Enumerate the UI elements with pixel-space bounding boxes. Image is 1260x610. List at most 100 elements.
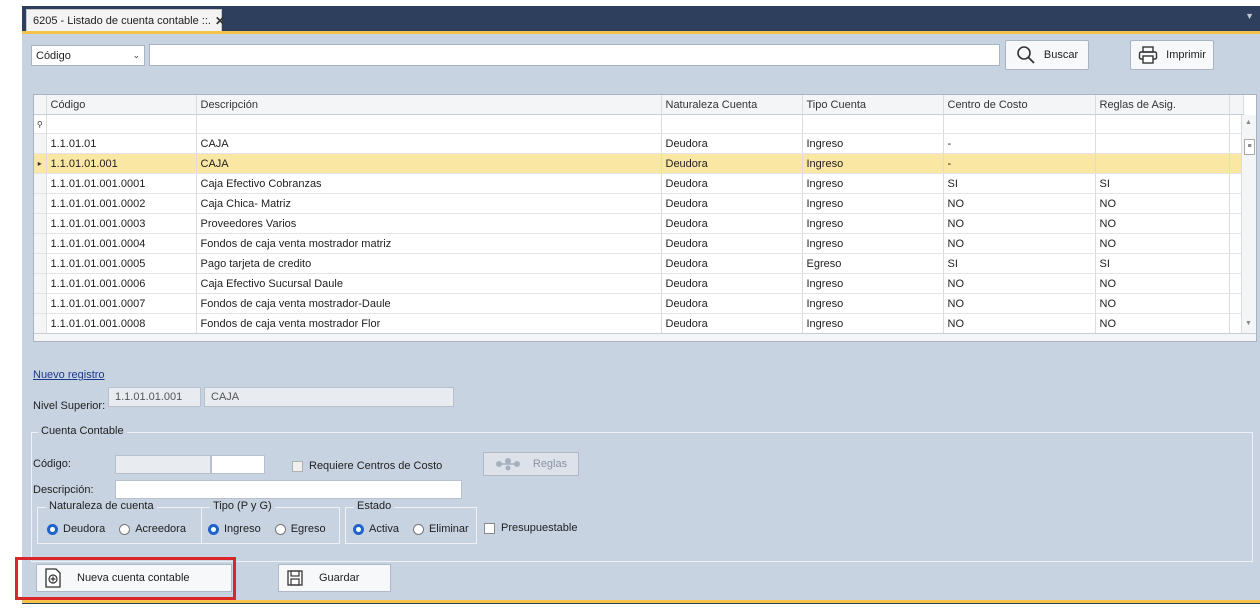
table-row[interactable]: 1.1.01.01.001.0007 Fondos de caja venta … <box>34 293 1244 314</box>
cell-naturaleza: Deudora <box>661 313 803 334</box>
radio-egreso[interactable]: Egreso <box>274 523 326 535</box>
search-input[interactable] <box>149 44 1000 66</box>
column-header-reglas[interactable]: Reglas de Asig. <box>1095 95 1230 115</box>
requiere-centros-box[interactable] <box>292 460 303 472</box>
imprimir-button[interactable]: Imprimir <box>1130 40 1214 70</box>
reglas-label: Reglas <box>532 458 568 470</box>
table-row[interactable]: 1.1.01.01.001.0005 Pago tarjeta de credi… <box>34 253 1244 274</box>
cuenta-contable-group-title: Cuenta Contable <box>38 425 127 437</box>
cell-naturaleza: Deudora <box>661 233 803 254</box>
filter-pin-icon: ⚲ <box>34 114 47 134</box>
table-row-selected[interactable]: ▸ 1.1.01.01.001 CAJA Deudora Ingreso - <box>34 153 1244 174</box>
radio-egreso-label: Egreso <box>290 523 326 535</box>
presupuestable-label: Presupuestable <box>501 522 578 534</box>
scroll-down-icon[interactable]: ▼ <box>1245 320 1252 327</box>
cell-centro-costo: - <box>943 133 1096 154</box>
magnifier-icon <box>1016 45 1036 65</box>
radio-eliminar[interactable]: Eliminar <box>412 523 469 535</box>
guardar-button[interactable]: Guardar <box>278 564 391 592</box>
codigo-input[interactable] <box>211 455 265 474</box>
descripcion-input[interactable] <box>115 480 462 499</box>
grid-footer-bar <box>34 333 1256 341</box>
filter-cell-tipo[interactable] <box>802 114 944 134</box>
radio-eliminar-label: Eliminar <box>428 523 469 535</box>
tipo-radio-group: Ingreso Egreso <box>208 523 326 535</box>
table-row[interactable]: 1.1.01.01.001.0002 Caja Chica- Matriz De… <box>34 193 1244 214</box>
radio-activa-label: Activa <box>369 523 399 535</box>
radio-acreedora[interactable]: Acreedora <box>119 523 186 535</box>
radio-egreso-dot[interactable] <box>274 523 286 535</box>
filter-field-select[interactable]: Código ⌄ <box>31 45 145 66</box>
filter-cell-naturaleza[interactable] <box>661 114 803 134</box>
scroll-thumb[interactable]: ≡ <box>1244 139 1255 155</box>
nuevo-registro-link[interactable]: Nuevo registro <box>33 369 105 381</box>
cell-centro-costo: NO <box>943 313 1096 334</box>
filter-cell-descripcion[interactable] <box>196 114 662 134</box>
document-tab[interactable]: 6205 - Listado de cuenta contable ::. ✕ <box>26 9 225 31</box>
cell-centro-costo: SI <box>943 173 1096 194</box>
presupuestable-box[interactable] <box>484 522 495 534</box>
tab-title: 6205 - Listado de cuenta contable ::. <box>33 14 211 27</box>
row-indicator <box>34 213 47 234</box>
table-row[interactable]: 1.1.01.01 CAJA Deudora Ingreso - <box>34 133 1244 154</box>
guardar-label: Guardar <box>319 572 360 584</box>
column-header-descripcion[interactable]: Descripción <box>196 95 662 115</box>
cell-codigo: 1.1.01.01.001.0004 <box>46 233 197 254</box>
tipo-group-title: Tipo (P y G) <box>210 500 275 512</box>
radio-ingreso-label: Ingreso <box>224 523 261 535</box>
cell-tipo: Egreso <box>802 253 944 274</box>
cell-centro-costo: NO <box>943 233 1096 254</box>
requiere-centros-checkbox[interactable]: Requiere Centros de Costo <box>292 460 442 472</box>
column-header-centro-costo[interactable]: Centro de Costo <box>943 95 1096 115</box>
current-row-arrow-icon: ▸ <box>34 153 47 174</box>
radio-eliminar-dot[interactable] <box>412 523 424 535</box>
cell-naturaleza: Deudora <box>661 273 803 294</box>
radio-deudora[interactable]: Deudora <box>47 523 105 535</box>
cell-reglas: NO <box>1095 193 1230 214</box>
cell-codigo: 1.1.01.01.001.0006 <box>46 273 197 294</box>
buscar-button[interactable]: Buscar <box>1005 40 1089 70</box>
column-header-tipo[interactable]: Tipo Cuenta <box>802 95 944 115</box>
table-row[interactable]: 1.1.01.01.001.0006 Caja Efectivo Sucursa… <box>34 273 1244 294</box>
reglas-button[interactable]: Reglas <box>483 452 579 476</box>
column-header-naturaleza[interactable]: Naturaleza Cuenta <box>661 95 803 115</box>
cell-reglas <box>1095 133 1230 154</box>
auto-filter-row: ⚲ <box>34 114 1244 134</box>
scroll-up-icon[interactable]: ▲ <box>1245 119 1252 126</box>
cell-centro-costo: NO <box>943 193 1096 214</box>
cell-descripcion: Fondos de caja venta mostrador-Daule <box>196 293 662 314</box>
radio-ingreso[interactable]: Ingreso <box>208 523 261 535</box>
presupuestable-checkbox[interactable]: Presupuestable <box>484 522 577 534</box>
tab-list-dropdown-icon[interactable]: ▼ <box>1245 11 1254 21</box>
grid-vertical-scrollbar[interactable]: ▲ ≡ ▼ <box>1241 115 1256 333</box>
row-indicator <box>34 293 47 314</box>
naturaleza-radio-group: Deudora Acreedora <box>47 523 186 535</box>
filter-cell-codigo[interactable] <box>46 114 197 134</box>
cell-tipo: Ingreso <box>802 273 944 294</box>
nivel-superior-code-field: 1.1.01.01.001 <box>108 387 201 407</box>
cell-reglas: NO <box>1095 233 1230 254</box>
table-row[interactable]: 1.1.01.01.001.0001 Caja Efectivo Cobranz… <box>34 173 1244 194</box>
cell-reglas: NO <box>1095 293 1230 314</box>
cell-reglas: NO <box>1095 213 1230 234</box>
table-row[interactable]: 1.1.01.01.001.0003 Proveedores Varios De… <box>34 213 1244 234</box>
filter-cell-centro-costo[interactable] <box>943 114 1096 134</box>
column-header-codigo[interactable]: Código <box>46 95 197 115</box>
radio-activa[interactable]: Activa <box>353 523 399 535</box>
table-row[interactable]: 1.1.01.01.001.0004 Fondos de caja venta … <box>34 233 1244 254</box>
close-icon[interactable]: ✕ <box>215 14 225 28</box>
cell-centro-costo: SI <box>943 253 1096 274</box>
filter-field-value: Código <box>36 49 71 62</box>
radio-activa-dot[interactable] <box>353 523 364 535</box>
cell-centro-costo: - <box>943 153 1096 174</box>
table-row[interactable]: 1.1.01.01.001.0008 Fondos de caja venta … <box>34 313 1244 334</box>
radio-deudora-dot[interactable] <box>47 523 58 535</box>
radio-ingreso-dot[interactable] <box>208 523 219 535</box>
cuentas-grid[interactable]: Código Descripción Naturaleza Cuenta Tip… <box>33 94 1257 342</box>
cell-naturaleza: Deudora <box>661 153 803 174</box>
cell-tipo: Ingreso <box>802 233 944 254</box>
printer-icon <box>1138 46 1158 64</box>
radio-acreedora-dot[interactable] <box>119 523 131 535</box>
filter-cell-reglas[interactable] <box>1095 114 1230 134</box>
row-indicator <box>34 133 47 154</box>
